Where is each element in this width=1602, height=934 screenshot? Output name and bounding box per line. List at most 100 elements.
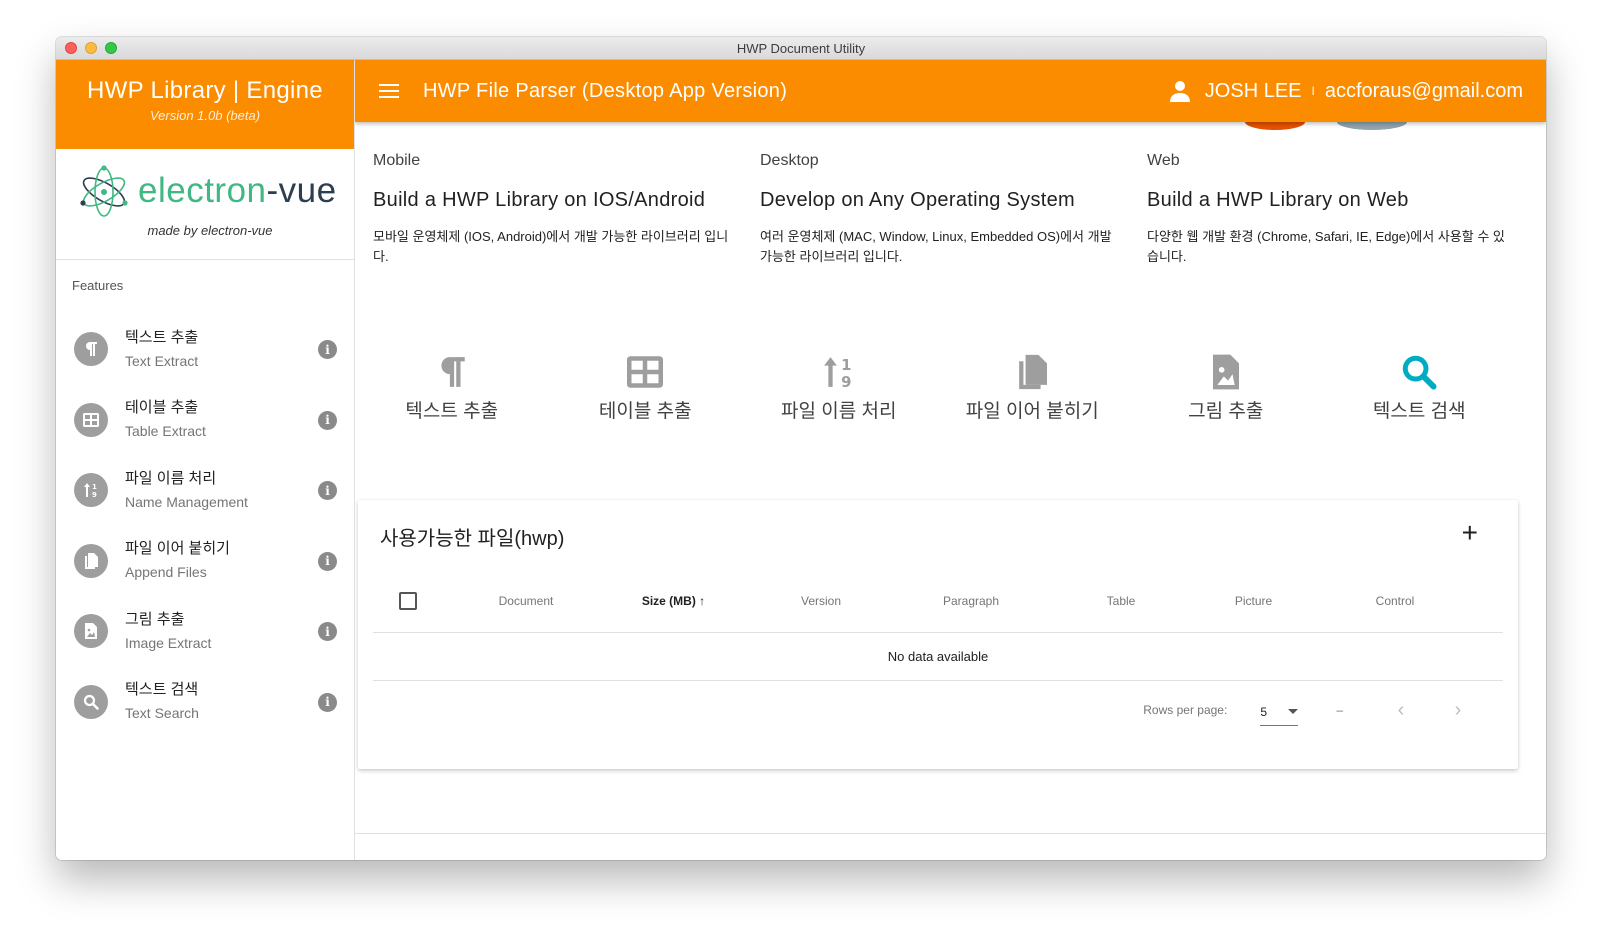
hamburger-menu-icon[interactable]	[379, 84, 399, 98]
wordmark-vue: -vue	[266, 171, 337, 210]
electron-vue-logo-block: electron-vue made by electron-vue	[56, 149, 354, 260]
files-card: 사용가능한 파일(hwp) + Document Size (MB) ↑ Ver…	[358, 500, 1518, 769]
made-by-text: made by electron-vue	[147, 223, 273, 238]
info-icon[interactable]: i	[318, 622, 337, 641]
copy-files-icon	[1017, 352, 1048, 392]
platform-description: 다양한 웹 개발 환경 (Chrome, Safari, IE, Edge)에서…	[1147, 229, 1505, 264]
platform-web: Web Build a HWP Library on Web 다양한 웹 개발 …	[1147, 152, 1534, 332]
chevron-right-icon[interactable]: ›	[1446, 699, 1470, 722]
platform-desktop: Desktop Develop on Any Operating System …	[760, 152, 1147, 332]
image-file-icon	[1212, 352, 1239, 392]
info-icon[interactable]: i	[318, 410, 337, 430]
table-footer: Rows per page: 5 – ‹ ›	[373, 681, 1503, 739]
brand-header: HWP Library | Engine Version 1.0b (beta)	[56, 60, 354, 149]
sidebar-item-subtitle: Text Extract	[125, 352, 199, 369]
platform-title: Develop on Any Operating System	[760, 189, 1076, 211]
sidebar-item-subtitle: Image Extract	[125, 634, 212, 651]
column-header-control[interactable]: Control	[1336, 594, 1454, 608]
rows-per-page-select[interactable]: 5	[1260, 698, 1299, 726]
sidebar-item-name-management[interactable]: 19 파일 이름 처리 Name Management i	[56, 455, 354, 526]
platform-label: Desktop	[760, 152, 819, 169]
user-info: JOSH LEE I accforaus@gmail.com	[1169, 60, 1523, 122]
window-title: HWP Document Utility	[736, 40, 866, 56]
sidebar-item-text-search[interactable]: 텍스트 검색 Text Search i	[56, 667, 354, 738]
info-icon[interactable]: i	[318, 551, 337, 571]
column-header-table[interactable]: Table	[1071, 594, 1171, 608]
chevron-left-icon[interactable]: ‹	[1389, 699, 1413, 722]
info-icon[interactable]: i	[318, 340, 337, 359]
user-icon	[1169, 81, 1190, 102]
pilcrow-icon	[437, 352, 467, 392]
info-icon[interactable]: i	[318, 692, 337, 712]
sidebar-item-append-files[interactable]: 파일 이어 붙히기 Append Files i	[56, 526, 354, 597]
brand-title: HWP Library | Engine	[87, 77, 323, 104]
add-file-button[interactable]: +	[1462, 517, 1478, 549]
table-icon	[627, 352, 664, 392]
sidebar-item-title: 텍스트 검색	[125, 681, 199, 699]
action-append-files[interactable]: 파일 이어 붙히기	[936, 342, 1130, 470]
action-label: 텍스트 추출	[405, 401, 499, 422]
app-window: HWP Document Utility HWP Library | Engin…	[56, 37, 1546, 860]
feature-actions: 텍스트 추출 테이블 추출 19 파일 이름 처리 파일 이어 붙히기 그림 추…	[355, 342, 1546, 470]
sort-numeric-icon: 19	[822, 352, 856, 392]
user-name: JOSH LEE	[1204, 79, 1302, 102]
sort-numeric-icon: 19	[74, 473, 108, 508]
platform-columns: Mobile Build a HWP Library on IOS/Androi…	[355, 122, 1546, 332]
column-header-document[interactable]: Document	[476, 594, 576, 608]
action-name-management[interactable]: 19 파일 이름 처리	[742, 342, 936, 470]
svg-text:1: 1	[92, 483, 97, 491]
main-content: HWP File Parser (Desktop App Version) JO…	[355, 60, 1546, 860]
caret-down-icon	[1288, 709, 1299, 714]
action-table-extract[interactable]: 테이블 추출	[549, 342, 743, 470]
column-header-paragraph[interactable]: Paragraph	[871, 594, 1071, 608]
brand-version: Version 1.0b (beta)	[149, 108, 261, 123]
user-email: accforaus@gmail.com	[1324, 79, 1523, 102]
app-title: HWP File Parser (Desktop App Version)	[423, 79, 788, 102]
platform-title: Build a HWP Library on IOS/Android	[373, 189, 706, 211]
platform-label: Web	[1147, 152, 1180, 169]
title-bar: HWP Document Utility	[56, 37, 1546, 60]
sidebar-item-title: 파일 이름 처리	[125, 469, 217, 487]
svg-text:9: 9	[841, 373, 851, 389]
platform-title: Build a HWP Library on Web	[1147, 189, 1409, 211]
action-text-search[interactable]: 텍스트 검색	[1323, 342, 1517, 470]
column-header-size-label: Size (MB)	[641, 593, 696, 608]
user-separator: I	[1311, 84, 1315, 98]
minimize-window-button[interactable]	[85, 42, 97, 54]
info-icon[interactable]: i	[318, 481, 337, 500]
action-label: 테이블 추출	[598, 401, 692, 422]
sidebar-item-subtitle: Text Search	[125, 705, 199, 722]
platform-mobile: Mobile Build a HWP Library on IOS/Androi…	[373, 152, 760, 332]
close-window-button[interactable]	[65, 42, 77, 54]
sidebar-item-title: 그림 추출	[125, 610, 185, 628]
app-bar: HWP File Parser (Desktop App Version) JO…	[355, 60, 1546, 122]
maximize-window-button[interactable]	[105, 42, 117, 54]
select-all-checkbox[interactable]	[399, 591, 417, 610]
table-header: Document Size (MB) ↑ Version Paragraph T…	[373, 569, 1503, 633]
empty-table-message: No data available	[373, 633, 1503, 681]
sidebar-item-subtitle: Table Extract	[125, 423, 206, 440]
sort-arrow-icon: ↑	[699, 593, 706, 608]
sidebar-item-subtitle: Name Management	[125, 493, 248, 510]
sidebar-item-title: 텍스트 추출	[125, 328, 199, 346]
table-icon	[74, 402, 108, 437]
sidebar-item-table-extract[interactable]: 테이블 추출 Table Extract i	[56, 385, 354, 456]
platform-description: 여러 운영체제 (MAC, Window, Linux, Embedded OS…	[760, 229, 1112, 264]
rows-per-page-label: Rows per page:	[1143, 703, 1228, 717]
features-list: 텍스트 추출 Text Extract i 테이블 추출 Table Extra…	[56, 314, 354, 737]
column-header-size[interactable]: Size (MB) ↑	[576, 594, 771, 608]
electron-vue-wordmark: electron-vue	[138, 171, 337, 211]
sidebar-item-image-extract[interactable]: 그림 추출 Image Extract i	[56, 596, 354, 667]
image-file-icon	[74, 614, 108, 649]
sidebar-item-text-extract[interactable]: 텍스트 추출 Text Extract i	[56, 314, 354, 385]
action-label: 텍스트 검색	[1372, 401, 1466, 422]
window-controls	[65, 42, 117, 54]
column-header-picture[interactable]: Picture	[1171, 594, 1336, 608]
sidebar-item-title: 파일 이어 붙히기	[125, 540, 230, 558]
column-header-version[interactable]: Version	[771, 594, 871, 608]
wordmark-electron: electron	[138, 171, 267, 210]
platform-description: 모바일 운영체제 (IOS, Android)에서 개발 가능한 라이브러리 입…	[373, 229, 729, 264]
sidebar: HWP Library | Engine Version 1.0b (beta)…	[56, 60, 355, 860]
action-text-extract[interactable]: 텍스트 추출	[355, 342, 549, 470]
action-image-extract[interactable]: 그림 추출	[1129, 342, 1323, 470]
